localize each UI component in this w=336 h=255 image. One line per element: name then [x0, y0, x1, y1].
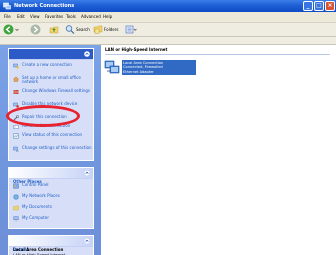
- network-setup-icon: [13, 76, 19, 82]
- lan-connection-icon: [104, 60, 120, 74]
- settings-icon: [13, 146, 19, 152]
- group-divider: [105, 54, 330, 55]
- views-icon[interactable]: [125, 24, 137, 35]
- up-folder-icon[interactable]: [49, 24, 59, 35]
- title-bar[interactable]: Network Connections _ □ ×: [0, 0, 336, 12]
- task-change-settings[interactable]: Change settings of this connection: [13, 145, 93, 156]
- disable-device-icon: [13, 102, 19, 108]
- back-dropdown-icon[interactable]: [15, 24, 19, 35]
- task-label: Disable this network device: [22, 101, 78, 106]
- task-view-status[interactable]: View status of this connection: [13, 132, 93, 143]
- local-area-connection-item[interactable]: Local Area Connection Connected, Firewal…: [104, 58, 196, 78]
- place-network-places[interactable]: My Network Places: [13, 193, 93, 200]
- folders-icon[interactable]: [93, 24, 103, 35]
- window-title: Network Connections: [14, 3, 75, 9]
- place-label: My Computer: [22, 215, 49, 220]
- menu-file[interactable]: File: [4, 12, 11, 22]
- place-my-documents[interactable]: My Documents: [13, 204, 93, 211]
- task-disable-device[interactable]: Disable this network device: [13, 101, 93, 112]
- collapse-chevron-icon[interactable]: [84, 238, 90, 244]
- network-connections-window: Network Connections _ □ × File Edit View…: [0, 0, 336, 255]
- connection-selection[interactable]: Local Area Connection Connected, Firewal…: [122, 60, 196, 75]
- task-setup-network[interactable]: Set up a home or small office network: [13, 75, 93, 86]
- details-header[interactable]: Details: [9, 236, 93, 252]
- other-places-panel: Other Places Control Panel My Network Pl…: [8, 167, 94, 229]
- menu-favorites[interactable]: Favorites: [45, 12, 63, 22]
- search-icon[interactable]: [65, 24, 75, 35]
- network-tasks-panel: Create a new connection Set up a home or…: [8, 48, 94, 161]
- documents-icon: [13, 205, 19, 211]
- task-label: Change settings of this connection: [22, 145, 92, 150]
- task-label: Repair this connection: [22, 114, 67, 119]
- task-change-firewall[interactable]: Change Windows Firewall settings: [13, 88, 93, 99]
- menu-tools[interactable]: Tools: [66, 12, 76, 22]
- collapse-chevron-icon[interactable]: [84, 170, 90, 176]
- task-pane: Create a new connection Set up a home or…: [0, 45, 101, 255]
- task-label: View status of this connection: [22, 132, 83, 137]
- task-label: Change Windows Firewall settings: [22, 88, 91, 93]
- place-label: Control Panel: [22, 182, 49, 187]
- network-places-icon: [13, 194, 19, 200]
- control-panel-icon: [13, 183, 19, 189]
- connections-list-area: LAN or High-Speed Internet Local Area Co…: [101, 45, 336, 255]
- network-connections-app-icon: [3, 2, 11, 10]
- place-control-panel[interactable]: Control Panel: [13, 182, 93, 189]
- group-header: LAN or High-Speed Internet: [105, 47, 168, 52]
- menu-advanced[interactable]: Advanced: [81, 12, 101, 22]
- status-icon: [13, 133, 19, 139]
- repair-icon: [13, 115, 19, 121]
- task-label: Rename this connection: [22, 123, 71, 128]
- place-my-computer[interactable]: My Computer: [13, 215, 93, 222]
- menu-bar: File Edit View Favorites Tools Advanced …: [0, 12, 336, 23]
- maximize-button[interactable]: □: [314, 1, 324, 11]
- network-tasks-header[interactable]: [9, 49, 93, 60]
- new-connection-icon: [13, 63, 19, 69]
- computer-icon: [13, 216, 19, 222]
- forward-icon[interactable]: [30, 24, 41, 35]
- firewall-icon: [13, 90, 19, 94]
- menu-view[interactable]: View: [30, 12, 40, 22]
- task-create-new-connection[interactable]: Create a new connection: [13, 62, 93, 73]
- connection-device: Ethernet Adapter: [123, 69, 154, 74]
- task-label: Set up a home or small office network: [22, 75, 81, 85]
- search-button-label[interactable]: Search: [76, 23, 90, 36]
- folders-button-label[interactable]: Folders: [104, 23, 118, 36]
- place-label: My Network Places: [22, 193, 60, 198]
- address-bar-area: [0, 37, 336, 45]
- task-rename-connection[interactable]: Rename this connection: [13, 123, 93, 130]
- details-panel: Details Local Area Connection LAN or Hig…: [8, 235, 94, 255]
- place-label: My Documents: [22, 204, 52, 209]
- minimize-button[interactable]: _: [303, 1, 313, 11]
- rename-icon: [13, 125, 19, 129]
- task-repair-connection[interactable]: Repair this connection: [13, 114, 93, 121]
- other-places-header[interactable]: Other Places: [9, 168, 93, 184]
- menu-edit[interactable]: Edit: [17, 12, 25, 22]
- collapse-chevron-icon[interactable]: [84, 51, 90, 57]
- back-icon[interactable]: [3, 24, 14, 35]
- task-label: Create a new connection: [22, 62, 72, 67]
- menu-help[interactable]: Help: [103, 12, 112, 22]
- close-button[interactable]: ×: [325, 1, 335, 11]
- toolbar: Search Folders: [0, 23, 336, 37]
